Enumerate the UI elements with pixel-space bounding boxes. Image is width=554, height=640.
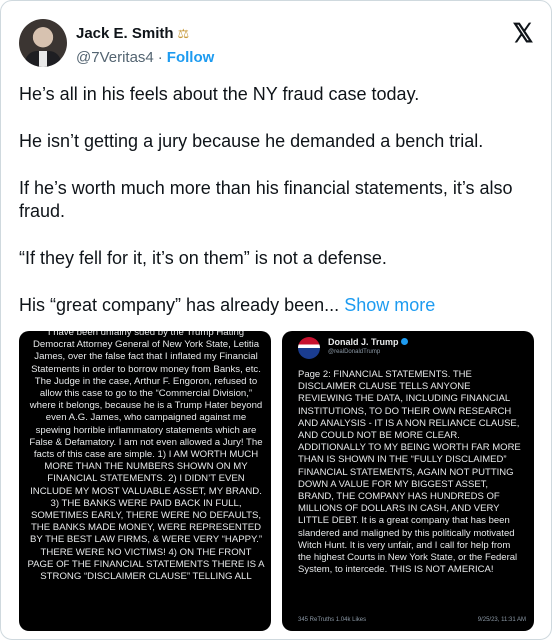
image-text-left: I have been unfairly sued by the Trump H…: [27, 331, 265, 583]
avatar[interactable]: [19, 19, 67, 67]
name-row: Jack E. Smith ⚖: [76, 25, 189, 42]
separator-dot: ·: [157, 49, 163, 66]
tweet-paragraph: “If they fell for it, it’s on them” is n…: [19, 248, 387, 268]
image-text-right: Page 2: FINANCIAL STATEMENTS. THE DISCLA…: [298, 369, 521, 576]
truth-footer: 345 ReTruths 1.04k Likes 9/25/23, 11:31 …: [298, 617, 526, 623]
tweet-card: Jack E. Smith ⚖ @7Veritas4 · Follow 𝕏 He…: [0, 0, 552, 640]
tweet-text: He’s all in his feels about the NY fraud…: [19, 83, 539, 341]
truth-post-header: Donald J. Trump @realDonaldTrump: [298, 337, 528, 361]
handle-row: @7Veritas4 · Follow: [76, 49, 214, 66]
tweet-paragraph: He isn’t getting a jury because he deman…: [19, 131, 484, 151]
show-more-link[interactable]: Show more: [344, 295, 435, 315]
media-image-left[interactable]: I have been unfairly sued by the Trump H…: [19, 331, 271, 631]
author-handle[interactable]: @7Veritas4: [76, 49, 154, 66]
truth-avatar: [298, 337, 320, 359]
truth-date: 9/25/23, 11:31 AM: [477, 617, 526, 623]
tweet-last-line: His “great company” has already been...: [19, 295, 340, 315]
avatar-shirt: [39, 51, 47, 67]
tweet-paragraph: He’s all in his feels about the NY fraud…: [19, 84, 420, 104]
tweet-paragraph: If he’s worth much more than his financi…: [19, 178, 513, 221]
truth-handle: @realDonaldTrump: [328, 349, 381, 355]
media-grid: I have been unfairly sued by the Trump H…: [19, 331, 535, 631]
truth-author-name: Donald J. Trump: [328, 337, 399, 347]
tweet-paragraph-truncated: His “great company” has already been... …: [19, 294, 539, 317]
author-name[interactable]: Jack E. Smith: [76, 25, 174, 42]
verified-badge-icon: [400, 338, 408, 345]
follow-button[interactable]: Follow: [167, 49, 215, 66]
tweet-header: Jack E. Smith ⚖ @7Veritas4 · Follow 𝕏: [19, 19, 539, 71]
scales-icon: ⚖: [177, 25, 190, 41]
truth-author: Donald J. Trump: [328, 337, 408, 347]
x-logo-icon[interactable]: 𝕏: [511, 20, 535, 46]
media-image-right[interactable]: Donald J. Trump @realDonaldTrump Page 2:…: [282, 331, 534, 631]
truth-stats: 345 ReTruths 1.04k Likes: [298, 617, 367, 623]
